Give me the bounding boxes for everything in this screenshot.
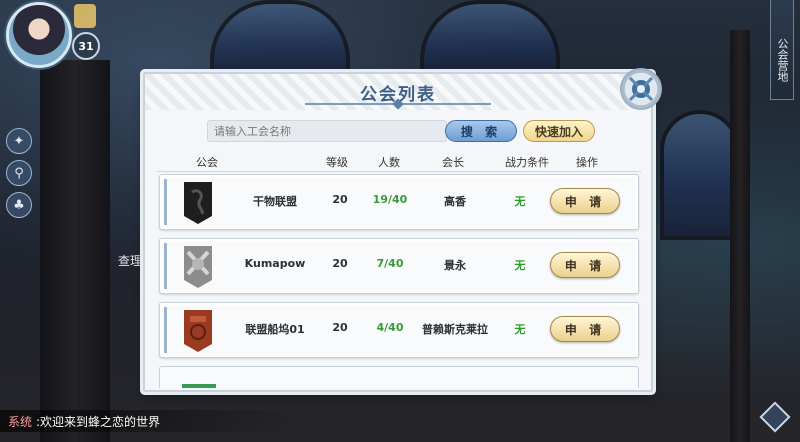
npc-label: 查理 bbox=[118, 254, 143, 268]
rank-badge-icon[interactable] bbox=[74, 4, 96, 28]
guild-leader: 高香 bbox=[444, 195, 466, 208]
guild-list-dialog: 公会列表 搜 索 快速加入 公会 等级 人数 会长 战力条件 操作 干物联盟 2… bbox=[143, 72, 653, 392]
column-leader: 会长 bbox=[442, 156, 464, 169]
guild-level: 20 bbox=[332, 257, 348, 270]
apply-button[interactable]: 申 请 bbox=[550, 316, 620, 342]
map-pin-icon[interactable]: ⚲ bbox=[6, 160, 32, 186]
guild-power-requirement: 无 bbox=[514, 195, 526, 208]
guild-leader: 景永 bbox=[444, 259, 466, 272]
column-power: 战力条件 bbox=[505, 156, 549, 169]
guild-name: 干物联盟 bbox=[253, 195, 297, 208]
chat-message: :欢迎来到蜂之恋的世界 bbox=[36, 414, 161, 429]
guild-search-input[interactable] bbox=[207, 120, 447, 142]
close-button[interactable] bbox=[620, 68, 662, 110]
guild-level: 20 bbox=[332, 321, 348, 334]
player-level-badge: 31 bbox=[72, 32, 100, 60]
search-button[interactable]: 搜 索 bbox=[445, 120, 517, 142]
group-icon[interactable]: ♣ bbox=[6, 192, 32, 218]
table-header: 公会 等级 人数 会长 战力条件 操作 bbox=[157, 150, 641, 172]
chat-channel-tag: 系统 bbox=[8, 414, 33, 429]
quick-join-button[interactable]: 快速加入 bbox=[523, 120, 595, 142]
guild-row: 干物联盟 20 19/40 高香 无 申 请 bbox=[159, 174, 639, 230]
column-action: 操作 bbox=[576, 156, 598, 169]
guild-level: 20 bbox=[332, 193, 348, 206]
left-side-menu: ✦ ⚲ ♣ bbox=[6, 128, 32, 224]
dialog-header: 公会列表 bbox=[145, 74, 651, 110]
guild-leader: 普赖斯克莱拉 bbox=[422, 323, 488, 336]
title-divider bbox=[305, 103, 491, 105]
guild-emblem-icon bbox=[184, 182, 212, 224]
guild-name: Kumapow bbox=[244, 257, 306, 270]
guild-emblem-icon bbox=[184, 246, 212, 288]
guild-row-partial bbox=[159, 366, 639, 388]
guild-power-requirement: 无 bbox=[514, 323, 526, 336]
guild-camp-tab[interactable]: 公会营地 bbox=[770, 0, 794, 100]
player-avatar[interactable] bbox=[6, 2, 72, 68]
settings-icon[interactable]: ✦ bbox=[6, 128, 32, 154]
guild-row: 联盟船坞01 20 4/40 普赖斯克莱拉 无 申 请 bbox=[159, 302, 639, 358]
chat-bar[interactable]: 系统 :欢迎来到蜂之恋的世界 bbox=[0, 410, 300, 432]
guild-list: 干物联盟 20 19/40 高香 无 申 请 Kumapow 20 7/40 景… bbox=[159, 174, 639, 388]
apply-button[interactable]: 申 请 bbox=[550, 252, 620, 278]
guild-emblem-icon bbox=[184, 310, 212, 352]
guild-row: Kumapow 20 7/40 景永 无 申 请 bbox=[159, 238, 639, 294]
close-icon bbox=[628, 76, 654, 102]
column-guild: 公会 bbox=[196, 156, 218, 169]
guild-power-requirement: 无 bbox=[514, 259, 526, 272]
column-level: 等级 bbox=[326, 156, 348, 169]
guild-name: 联盟船坞01 bbox=[245, 323, 305, 336]
apply-button[interactable]: 申 请 bbox=[550, 188, 620, 214]
column-members: 人数 bbox=[378, 156, 400, 169]
